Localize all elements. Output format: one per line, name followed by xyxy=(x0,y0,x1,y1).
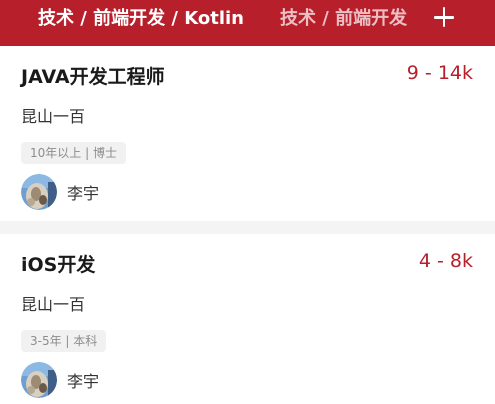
company-name: 昆山一百 xyxy=(21,295,86,314)
recruiter-info[interactable]: 李宇 xyxy=(21,174,99,210)
category-header: 技术 / 前端开发 / Kotlin 技术 / 前端开发 xyxy=(0,0,495,46)
recruiter-name: 李宇 xyxy=(67,184,100,203)
job-title: JAVA开发工程师 xyxy=(21,66,165,88)
recruiter-avatar xyxy=(21,362,57,398)
tab-frontend[interactable]: 技术 / 前端开发 xyxy=(280,6,407,32)
tab-kotlin[interactable]: 技术 / 前端开发 / Kotlin xyxy=(38,6,244,32)
recruiter-name: 李宇 xyxy=(67,372,100,391)
recruiter-info[interactable]: 李宇 xyxy=(21,362,99,398)
requirement-tag: 10年以上 | 博士 xyxy=(21,142,126,164)
add-category-button[interactable] xyxy=(430,4,458,32)
company-name: 昆山一百 xyxy=(21,107,86,126)
requirement-tag: 3-5年 | 本科 xyxy=(21,330,107,352)
salary: 4 - 8k xyxy=(418,250,473,272)
job-title: iOS开发 xyxy=(21,254,96,276)
job-card[interactable]: JAVA开发工程师 9 - 14k 昆山一百 10年以上 | 博士 李宇 xyxy=(0,46,495,221)
salary: 9 - 14k xyxy=(406,62,473,84)
recruiter-avatar xyxy=(21,174,57,210)
job-card[interactable]: iOS开发 4 - 8k 昆山一百 3-5年 | 本科 李宇 xyxy=(0,234,495,404)
